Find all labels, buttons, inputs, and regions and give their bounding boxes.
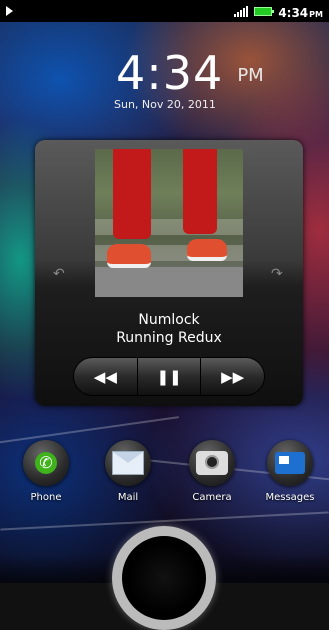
art-shoe: [187, 239, 227, 261]
battery-icon: [254, 6, 275, 16]
mail-icon: [105, 440, 151, 486]
dock-item-phone[interactable]: ✆ Phone: [16, 440, 76, 503]
art-floor: [95, 267, 243, 297]
signal-icon: [234, 5, 249, 17]
status-bar: 4:34PM: [0, 0, 329, 22]
music-widget: ↶ ↷ Numlock Running Redux ◀◀ ❚❚ ▶▶: [35, 140, 303, 406]
dock-item-messages[interactable]: Messages: [260, 440, 320, 503]
album-art[interactable]: [95, 149, 243, 297]
rewind-button[interactable]: ◀◀: [74, 358, 138, 395]
art-shoe: [107, 244, 151, 268]
phone-icon: ✆: [23, 440, 69, 486]
lockscreen-clock: 4:34 PM: [116, 50, 264, 96]
dock-label: Mail: [117, 492, 139, 503]
clock-ampm: PM: [237, 65, 264, 86]
camera-icon: [189, 440, 235, 486]
art-leg: [183, 149, 217, 234]
status-ampm: PM: [309, 9, 323, 19]
status-right-group: 4:34PM: [234, 2, 323, 21]
playback-controls: ◀◀ ❚❚ ▶▶: [73, 357, 265, 396]
pause-button[interactable]: ❚❚: [138, 358, 202, 395]
status-time: 4:34: [278, 5, 309, 20]
next-album-arrow-icon[interactable]: ↷: [271, 267, 285, 281]
messages-icon: [267, 440, 313, 486]
now-playing-icon: [6, 6, 13, 16]
dock-label: Phone: [30, 492, 62, 503]
dock-item-mail[interactable]: Mail: [98, 440, 158, 503]
track-title: Numlock: [138, 312, 200, 328]
artist-name: Running Redux: [116, 330, 222, 346]
clock-date: Sun, Nov 20, 2011: [114, 98, 216, 111]
unlock-ring[interactable]: [112, 526, 216, 630]
art-leg: [113, 149, 151, 239]
dock-label: Messages: [265, 492, 315, 503]
status-clock: 4:34PM: [278, 2, 323, 21]
dock-item-camera[interactable]: Camera: [182, 440, 242, 503]
fast-forward-button[interactable]: ▶▶: [201, 358, 264, 395]
dock-label: Camera: [192, 492, 232, 503]
previous-album-arrow-icon[interactable]: ↶: [53, 267, 67, 281]
clock-time: 4:34: [116, 46, 224, 100]
